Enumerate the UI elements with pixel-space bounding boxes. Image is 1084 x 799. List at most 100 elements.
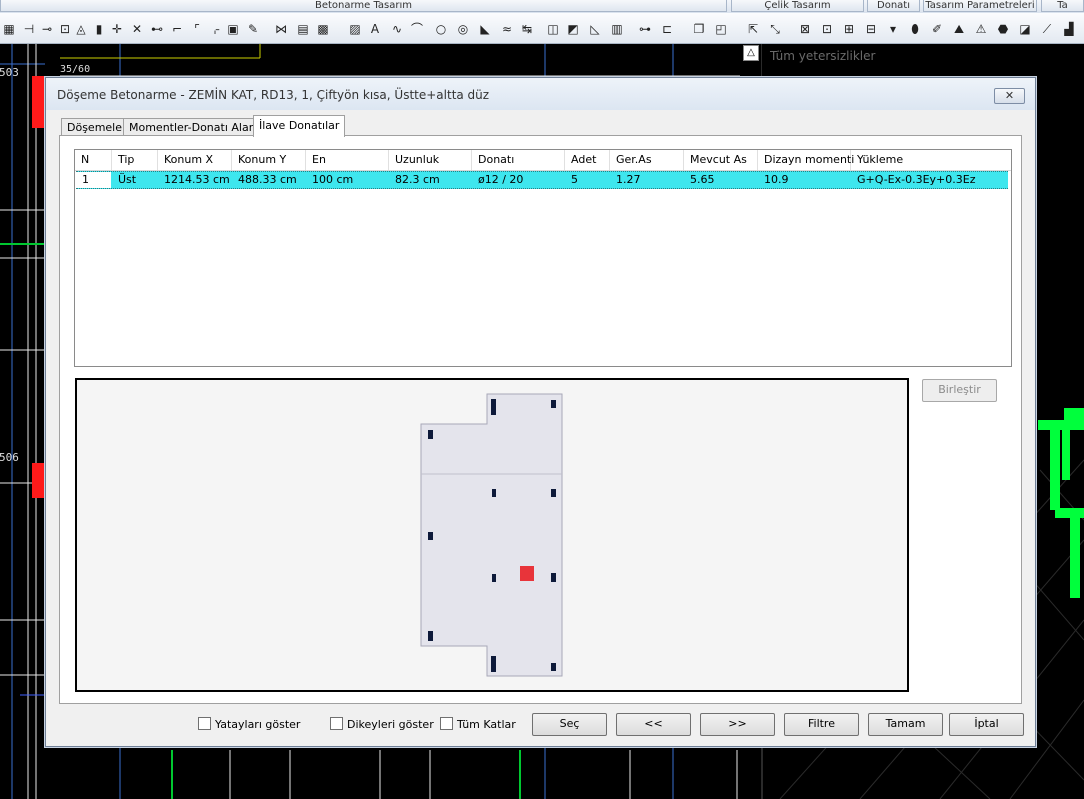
column-header-n[interactable]: N (75, 150, 112, 170)
wave-icon[interactable]: ≈ (500, 22, 514, 36)
cell-position-x[interactable]: 1214.53 cm (158, 172, 232, 188)
column-header-position-x[interactable]: Konum X (158, 150, 232, 170)
offset-line-icon[interactable]: ⊸ (40, 22, 54, 36)
column-header-position-y[interactable]: Konum Y (232, 150, 306, 170)
cell-width[interactable]: 100 cm (306, 172, 389, 188)
corner-icon[interactable]: ⌐ (170, 22, 184, 36)
move-icon[interactable]: ⇱ (746, 22, 760, 36)
previous-button[interactable]: << (616, 713, 691, 736)
hill-icon[interactable]: ⛰ (952, 22, 966, 36)
extend-icon[interactable]: ⊷ (150, 22, 164, 36)
cell-length[interactable]: 82.3 cm (389, 172, 472, 188)
image-icon[interactable]: ▨ (348, 22, 362, 36)
ellipse-icon[interactable]: ◎ (456, 22, 470, 36)
checkbox-box[interactable] (198, 717, 211, 730)
tab-additional-rebars[interactable]: İlave Donatılar (253, 115, 346, 137)
additional-rebars-table[interactable]: N Tip Konum X Konum Y En Uzunluk Donatı … (74, 149, 1012, 367)
table-icon[interactable]: ▤ (296, 22, 310, 36)
circle-icon[interactable]: ○ (434, 22, 448, 36)
chart-icon[interactable]: ◩ (566, 22, 580, 36)
ok-button[interactable]: Tamam (868, 713, 943, 736)
line-chart-icon[interactable]: ⟋ (1040, 22, 1054, 36)
array-icon[interactable]: ⋈ (274, 22, 288, 36)
slope-icon[interactable]: ◺ (588, 22, 602, 36)
next-button[interactable]: >> (700, 713, 775, 736)
tab-slabs[interactable]: Döşemeler (61, 118, 133, 136)
column-header-design-moment[interactable]: Dizayn momenti (758, 150, 854, 170)
scale-icon[interactable]: ⤡ (768, 22, 782, 36)
beam-report-icon[interactable]: ⊠ (798, 22, 812, 36)
bar-chart-icon[interactable]: ▟ (1062, 22, 1076, 36)
cancel-button[interactable]: İptal (949, 713, 1024, 736)
toolbar-overflow-icon[interactable]: ▾ (886, 22, 900, 36)
rectangle-icon[interactable]: ▣ (226, 22, 240, 36)
spline-icon[interactable]: ∿ (390, 22, 404, 36)
column-header-existing-as[interactable]: Mevcut As (684, 150, 758, 170)
grid-axis-label: 506 (0, 451, 19, 464)
cell-loading[interactable]: G+Q-Ex-0.3Ey+0.3Ez (851, 172, 1008, 188)
profile-icon[interactable]: ⊏ (660, 22, 674, 36)
pen-icon[interactable]: ✎ (246, 22, 260, 36)
table-row[interactable]: 1 Üst 1214.53 cm 488.33 cm 100 cm 82.3 c… (76, 171, 1008, 189)
cube-icon[interactable]: ◪ (1018, 22, 1032, 36)
dialog-close-button[interactable]: ✕ (994, 88, 1025, 104)
section-icon[interactable]: ◫ (546, 22, 560, 36)
ribbon-tab-rebar[interactable]: Donatı (867, 0, 920, 12)
axis-cross-icon[interactable]: ✛ (110, 22, 124, 36)
column-report-icon[interactable]: ⊡ (820, 22, 834, 36)
filter-button[interactable]: Filtre (784, 713, 859, 736)
fillet-icon[interactable]: ⌜ (190, 22, 204, 36)
capsule-icon[interactable]: ⬮ (908, 22, 922, 36)
ribbon-tab-more[interactable]: Ta (1041, 0, 1084, 12)
copy-icon[interactable]: ❐ (692, 22, 706, 36)
cell-design-moment[interactable]: 10.9 (758, 172, 851, 188)
checkbox-box[interactable] (440, 717, 453, 730)
dialog-titlebar[interactable]: Döşeme Betonarme - ZEMİN KAT, RD13, 1, Ç… (46, 78, 1035, 110)
frame-icon[interactable]: ◰ (714, 22, 728, 36)
column-header-count[interactable]: Adet (565, 150, 610, 170)
slab-report-icon[interactable]: ⊞ (842, 22, 856, 36)
hatch-icon[interactable]: ◬ (74, 22, 88, 36)
arc-icon[interactable]: ⌒ (410, 22, 424, 36)
column-header-loading[interactable]: Yükleme (851, 150, 1009, 170)
cell-n[interactable]: 1 (76, 172, 111, 188)
ruler-icon[interactable]: ⊡ (58, 22, 72, 36)
grid-icon[interactable]: ▩ (316, 22, 330, 36)
slab-preview[interactable] (75, 378, 909, 692)
ribbon-tab-concrete-design[interactable]: Betonarme Tasarım (0, 0, 727, 12)
select-button[interactable]: Seç (532, 713, 607, 736)
show-horizontal-checkbox[interactable]: Yatayları göster (198, 717, 300, 731)
merge-button[interactable]: Birleştir (922, 379, 997, 402)
measure-icon[interactable]: ▥ (610, 22, 624, 36)
line-tool-icon[interactable]: ⊣ (22, 22, 36, 36)
text-icon[interactable]: A (368, 22, 382, 36)
cell-type[interactable]: Üst (112, 172, 158, 188)
cell-count[interactable]: 5 (565, 172, 610, 188)
checkbox-box[interactable] (330, 717, 343, 730)
show-vertical-checkbox[interactable]: Dikeyleri göster (330, 717, 434, 731)
column-header-rebar[interactable]: Donatı (472, 150, 565, 170)
panel-collapse-button[interactable]: △ (743, 45, 759, 61)
column-header-type[interactable]: Tip (112, 150, 158, 170)
brush-icon[interactable]: ✐ (930, 22, 944, 36)
all-floors-checkbox[interactable]: Tüm Katlar (440, 717, 516, 731)
level-icon[interactable]: ⊶ (638, 22, 652, 36)
triangle-icon[interactable]: ◣ (478, 22, 492, 36)
cell-required-as[interactable]: 1.27 (610, 172, 684, 188)
cell-rebar[interactable]: ø12 / 20 (472, 172, 565, 188)
warning-icon[interactable]: ⚠ (974, 22, 988, 36)
cell-position-y[interactable]: 488.33 cm (232, 172, 306, 188)
chamfer-icon[interactable]: ⌌ (208, 22, 222, 36)
tag-icon[interactable]: ⬣ (996, 22, 1010, 36)
column-header-length[interactable]: Uzunluk (389, 150, 472, 170)
foundation-report-icon[interactable]: ⊟ (864, 22, 878, 36)
cell-existing-as[interactable]: 5.65 (684, 172, 758, 188)
column-icon[interactable]: ▮ (92, 22, 106, 36)
dimension-icon[interactable]: ↹ (520, 22, 534, 36)
intersect-icon[interactable]: ✕ (130, 22, 144, 36)
column-header-width[interactable]: En (306, 150, 389, 170)
ribbon-tab-design-parameters[interactable]: Tasarım Parametreleri (923, 0, 1037, 12)
column-header-required-as[interactable]: Ger.As (610, 150, 684, 170)
grid-snap-icon[interactable]: ▦ (2, 22, 16, 36)
ribbon-tab-steel-design[interactable]: Çelik Tasarım (731, 0, 864, 12)
